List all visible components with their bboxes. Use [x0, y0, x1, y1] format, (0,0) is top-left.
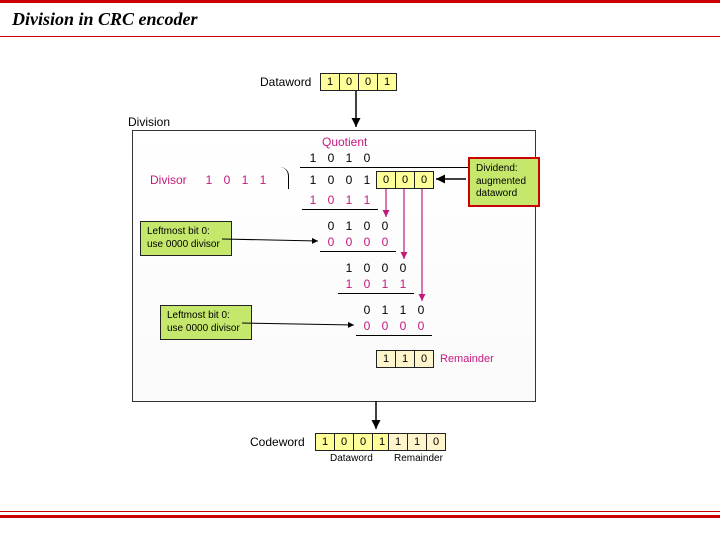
top-rule-2: [0, 36, 720, 37]
footer-rules: [0, 511, 720, 518]
division-paren: [280, 167, 289, 189]
bottom-rule-2: [0, 515, 720, 518]
page-title: Division in CRC encoder: [0, 3, 720, 36]
bit: 1: [321, 74, 340, 90]
codeword-rem-box: 1 1 0: [388, 433, 446, 451]
rule-4: [356, 335, 432, 336]
codeword-label: Codeword: [250, 435, 305, 449]
rule-1: [302, 209, 378, 210]
rule-3: [338, 293, 414, 294]
dividend-head: 1 0 0 1: [304, 173, 376, 187]
codeword-data-box: 1 0 0 1: [315, 433, 392, 451]
bit: 0: [359, 74, 378, 90]
remainder-box: 1 1 0: [376, 350, 434, 368]
divisor-label: Divisor: [150, 173, 187, 187]
footer-remainder-label: Remainder: [394, 453, 443, 464]
row-1: 1011: [304, 193, 376, 207]
row-3: 0000: [322, 235, 394, 249]
row-6: 0110: [358, 303, 430, 317]
row-4: 1000: [340, 261, 412, 275]
quotient-rule: [300, 167, 470, 168]
leftmost-note-1-text: Leftmost bit 0:use 0000 divisor: [147, 226, 220, 250]
dataword-label: Dataword: [260, 75, 311, 89]
footer-dataword-label: Dataword: [330, 453, 373, 464]
dividend-callout-text: Dividend:augmenteddataword: [476, 163, 526, 199]
quotient-label: Quotient: [322, 135, 367, 149]
leftmost-note-2: Leftmost bit 0:use 0000 divisor: [160, 305, 252, 340]
divisor-bits: 1 0 1 1: [200, 173, 272, 187]
leftmost-note-2-text: Leftmost bit 0:use 0000 divisor: [167, 310, 240, 334]
dataword-box: 1 0 0 1: [320, 73, 397, 91]
remainder-label: Remainder: [440, 353, 494, 365]
rule-2: [320, 251, 396, 252]
dividend-augmented-box: 0 0 0: [376, 171, 434, 189]
diagram-stage: Dataword 1 0 0 1 Division Quotient 1 0 1…: [140, 75, 580, 475]
row-7: 0000: [358, 319, 430, 333]
dividend-callout: Dividend:augmenteddataword: [468, 157, 540, 207]
bottom-rule-1: [0, 511, 720, 512]
quotient-bits: 1 0 1 0: [304, 151, 376, 165]
leftmost-note-1: Leftmost bit 0:use 0000 divisor: [140, 221, 232, 256]
bit: 0: [340, 74, 359, 90]
row-5: 1011: [340, 277, 412, 291]
division-label: Division: [128, 115, 170, 129]
row-2: 0100: [322, 219, 394, 233]
bit: 1: [378, 74, 396, 90]
